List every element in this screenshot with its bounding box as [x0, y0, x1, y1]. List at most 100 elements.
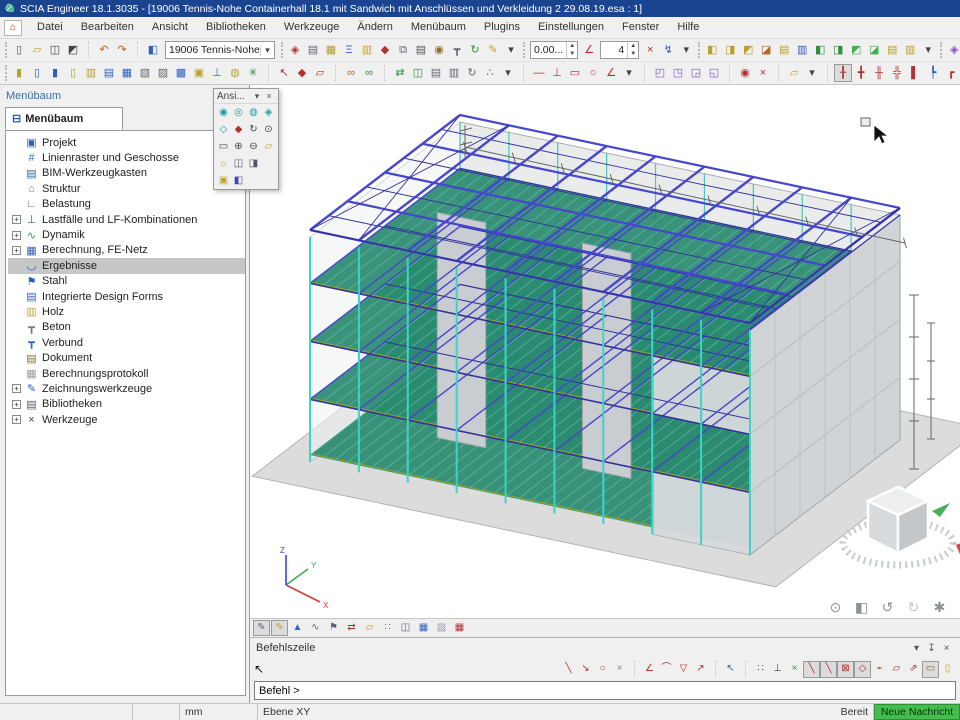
- draw-line-icon[interactable]: —: [530, 64, 548, 82]
- panel-menu-down-icon[interactable]: ▾: [251, 91, 263, 102]
- menu-item[interactable]: Fenster: [613, 17, 668, 38]
- snap-angle-icon[interactable]: ∠: [641, 661, 658, 678]
- snap-zigzag-icon[interactable]: ⇗: [905, 661, 922, 678]
- connection-corner-icon[interactable]: ┏: [942, 64, 960, 82]
- connection-plate-icon[interactable]: ╬: [888, 64, 906, 82]
- schnitt-a-icon[interactable]: ◫: [231, 156, 246, 171]
- expand-icon[interactable]: [12, 246, 21, 255]
- toolbar-grip[interactable]: [698, 42, 700, 58]
- model-viewport[interactable]: XYZ ⊙◧↺↻✱: [250, 85, 960, 618]
- tree-item-projekt[interactable]: ▣ Projekt: [8, 135, 245, 150]
- view-settings-gear-icon[interactable]: ✱: [931, 598, 948, 615]
- zoom-icon[interactable]: ⊙: [261, 122, 276, 137]
- expand-icon[interactable]: [12, 415, 21, 424]
- snap-arc-icon[interactable]: ⌒: [658, 661, 675, 678]
- toolbar-grip[interactable]: [5, 42, 7, 58]
- layer-pen-icon[interactable]: ✎: [271, 620, 288, 636]
- snap-ruler-icon[interactable]: ▭: [922, 661, 939, 678]
- wheel-icon[interactable]: ◆: [376, 41, 394, 59]
- xi-parameters-icon[interactable]: Ξ: [340, 41, 358, 59]
- combobox-arrow-icon[interactable]: ▾: [260, 45, 274, 56]
- rotation-zoom-icon[interactable]: ↻: [246, 122, 261, 137]
- connection-frame-icon[interactable]: ╂: [834, 64, 852, 82]
- snap-intersection-icon[interactable]: ⊠: [837, 661, 854, 678]
- wall-toggle-8-icon[interactable]: ◨: [829, 41, 847, 59]
- chain-1-icon[interactable]: ∞: [342, 64, 360, 82]
- profile-hinge-icon[interactable]: ◍: [226, 64, 244, 82]
- more-dropdown-icon[interactable]: ▾: [499, 64, 517, 82]
- tree-item-idf[interactable]: ▤ Integrierte Design Forms: [8, 289, 245, 304]
- snap-tangent-icon[interactable]: ⌁: [871, 661, 888, 678]
- tree-item-verbund[interactable]: ┳ Verbund: [8, 335, 245, 350]
- tree-item-dynamik[interactable]: ∿ Dynamik: [8, 227, 245, 242]
- scale-x-icon[interactable]: ×: [641, 41, 659, 59]
- profile-wall-icon[interactable]: ▦: [118, 64, 136, 82]
- tree-item-berechnung[interactable]: ▦ Berechnung, FE-Netz: [8, 243, 245, 258]
- save-all-icon[interactable]: ◩: [64, 41, 82, 59]
- undo-icon[interactable]: ↶: [95, 41, 113, 59]
- tree-item-protokoll[interactable]: ▦ Berechnungsprotokoll: [8, 366, 245, 381]
- select-cursor-icon[interactable]: ↖: [275, 64, 293, 82]
- grid-display-icon[interactable]: ▦: [451, 620, 468, 636]
- tree-item-zeichnung[interactable]: ✎ Zeichnungswerkzeuge: [8, 381, 245, 396]
- angle-spinner[interactable]: 0.00... ▲▼: [530, 41, 578, 59]
- wall-toggle-5-icon[interactable]: ▤: [775, 41, 793, 59]
- tree-item-bibliotheken[interactable]: ▤ Bibliotheken: [8, 397, 245, 412]
- node-labels-icon[interactable]: ▲: [289, 620, 306, 636]
- snap-endpoint-icon[interactable]: ↘: [577, 661, 594, 678]
- snap-ortho-icon[interactable]: ⊥: [769, 661, 786, 678]
- load-panel-icon[interactable]: ◈: [945, 41, 960, 59]
- wall-toggle-4-icon[interactable]: ◪: [757, 41, 775, 59]
- layers-icon[interactable]: ▤: [304, 41, 322, 59]
- profile-rib-icon[interactable]: ▥: [82, 64, 100, 82]
- print-icon[interactable]: ▤: [412, 41, 430, 59]
- profile-1d-icon[interactable]: ▮: [10, 64, 28, 82]
- load-display-icon[interactable]: ∿: [307, 620, 324, 636]
- new-message-badge[interactable]: Neue Nachricht: [874, 704, 960, 720]
- panel-close-icon[interactable]: ×: [939, 643, 954, 654]
- profile-shell-icon[interactable]: ▧: [136, 64, 154, 82]
- wall-toggle-12-icon[interactable]: ▥: [901, 41, 919, 59]
- labels-move-icon[interactable]: ⇄: [343, 620, 360, 636]
- axonometrie-icon[interactable]: ◇: [216, 122, 231, 137]
- rendering-wuerfel-icon[interactable]: ◧: [231, 173, 246, 188]
- more-dropdown-icon[interactable]: ▾: [620, 64, 638, 82]
- mesh-display-icon[interactable]: ∷: [379, 620, 396, 636]
- licht-icon[interactable]: ☼: [216, 156, 231, 171]
- rotate-left-icon[interactable]: ↺: [879, 598, 896, 615]
- save-icon[interactable]: ◫: [46, 41, 64, 59]
- menu-item[interactable]: Bearbeiten: [72, 17, 143, 38]
- expand-icon[interactable]: [12, 215, 21, 224]
- member-system-icon[interactable]: ◫: [397, 620, 414, 636]
- draw-rect-icon[interactable]: ▭: [566, 64, 584, 82]
- support-display-icon[interactable]: ⚑: [325, 620, 342, 636]
- snap-midpoint-icon[interactable]: ×: [786, 661, 803, 678]
- profile-subregion-icon[interactable]: ▩: [172, 64, 190, 82]
- command-input[interactable]: [254, 681, 956, 700]
- befehlszeile-header[interactable]: Befehlszeile ▾ ↧ ×: [250, 638, 960, 658]
- profile-plate-icon[interactable]: ▤: [100, 64, 118, 82]
- folder-actions-icon[interactable]: ▱: [785, 64, 803, 82]
- move-icon[interactable]: ⇄: [391, 64, 409, 82]
- gallery-icon[interactable]: ⧉: [394, 41, 412, 59]
- decimal-icon[interactable]: ↯: [659, 41, 677, 59]
- wall-toggle-7-icon[interactable]: ◧: [811, 41, 829, 59]
- teamwork-icon[interactable]: ◈: [286, 41, 304, 59]
- wall-toggle-6-icon[interactable]: ▥: [793, 41, 811, 59]
- grid-step-spinner[interactable]: 4 ▲▼: [600, 41, 639, 59]
- ansicht-axo-icon[interactable]: ◈: [261, 105, 276, 120]
- profile-cross-icon[interactable]: ✳: [244, 64, 262, 82]
- search-document-icon[interactable]: ◉: [430, 41, 448, 59]
- draw-angle-icon[interactable]: ∠: [602, 64, 620, 82]
- wall-toggle-11-icon[interactable]: ▤: [883, 41, 901, 59]
- snap-line-icon[interactable]: ╲: [560, 661, 577, 678]
- ebenen-ordner-icon[interactable]: ▱: [261, 139, 276, 154]
- snap-delete-icon[interactable]: ×: [611, 661, 628, 678]
- render-wire-icon[interactable]: ▧: [433, 620, 450, 636]
- table-icon[interactable]: ┳: [448, 41, 466, 59]
- tree-item-ergebnisse[interactable]: ◡ Ergebnisse: [8, 258, 245, 273]
- wall-toggle-1-icon[interactable]: ◧: [703, 41, 721, 59]
- new-project-icon[interactable]: ▯: [10, 41, 28, 59]
- wall-toggle-3-icon[interactable]: ◩: [739, 41, 757, 59]
- snap-perpendicular-icon[interactable]: ◇: [854, 661, 871, 678]
